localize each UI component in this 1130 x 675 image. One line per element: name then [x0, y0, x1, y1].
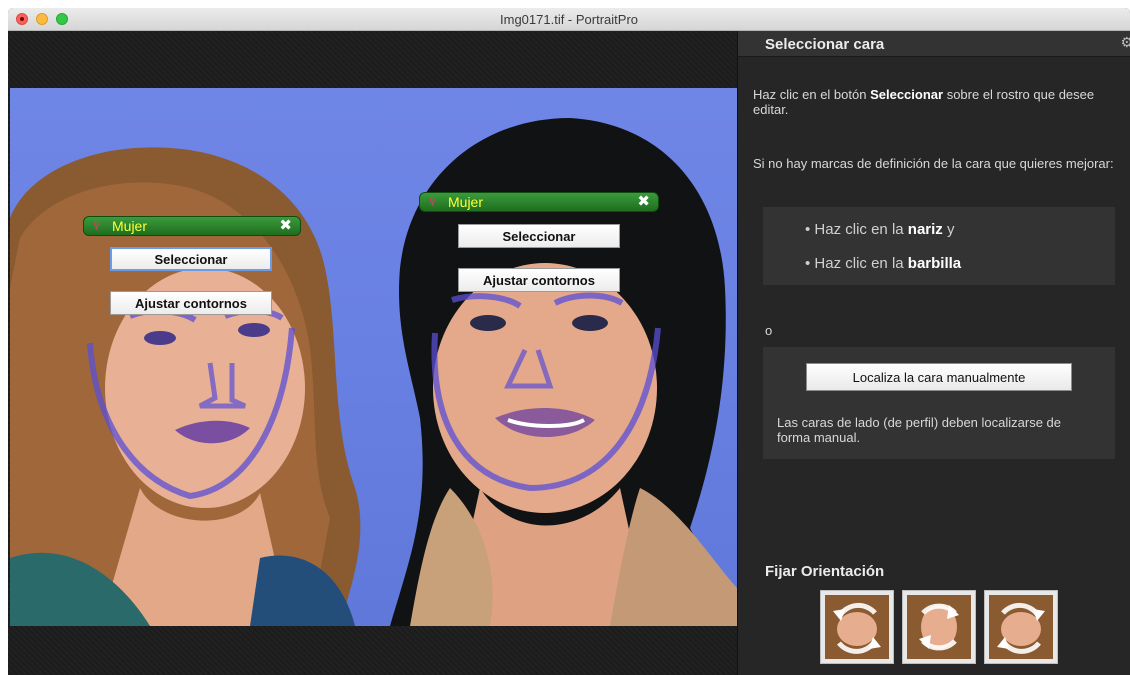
face-tag-1[interactable]: ♀ Mujer ✖: [83, 216, 301, 236]
rotate-right-button[interactable]: [984, 590, 1058, 664]
app-window: Img0171.tif - PortraitPro ♀ Mujer ✖ Sele…: [8, 8, 1130, 675]
female-symbol-icon: ♀: [90, 216, 103, 235]
photo-illustration: [10, 118, 737, 626]
rotate-left-button[interactable]: [820, 590, 894, 664]
rotate-left-icon: [825, 595, 889, 659]
adjust-contours-button-2[interactable]: Ajustar contornos: [458, 268, 620, 292]
image-canvas[interactable]: ♀ Mujer ✖ Seleccionar Ajustar contornos …: [8, 31, 737, 675]
select-face-button-1[interactable]: Seleccionar: [110, 247, 272, 271]
close-icon[interactable]: ✖: [279, 217, 292, 235]
close-icon[interactable]: ✖: [637, 193, 650, 211]
locate-face-manually-button[interactable]: Localiza la cara manualmente: [806, 363, 1072, 391]
panel-header: Seleccionar cara ⚙: [738, 31, 1130, 57]
profile-note: Las caras de lado (de perfil) deben loca…: [777, 415, 1062, 445]
adjust-contours-button-1[interactable]: Ajustar contornos: [110, 291, 272, 315]
face-tag-label: Mujer: [448, 194, 484, 210]
or-text: o: [765, 323, 773, 338]
rotate-180-button[interactable]: [902, 590, 976, 664]
female-symbol-icon: ♀: [426, 192, 439, 211]
portrait-photo[interactable]: ♀ Mujer ✖ Seleccionar Ajustar contornos …: [10, 88, 737, 626]
step-chin: • Haz clic en la barbilla: [805, 255, 962, 272]
orientation-title: Fijar Orientación: [765, 563, 885, 580]
face-tag-label: Mujer: [112, 218, 148, 234]
step-nose: • Haz clic en la nariz y: [805, 221, 955, 238]
rotate-180-icon: [907, 595, 971, 659]
intro-text: Haz clic en el botón Seleccionar sobre e…: [753, 87, 1095, 117]
steps-box: • Haz clic en la nariz y • Haz clic en l…: [763, 207, 1115, 285]
select-face-button-2[interactable]: Seleccionar: [458, 224, 620, 248]
face-tag-2[interactable]: ♀ Mujer ✖: [419, 192, 659, 212]
window-title: Img0171.tif - PortraitPro: [500, 12, 638, 27]
side-panel: Seleccionar cara ⚙ Haz clic en el botón …: [737, 31, 1130, 675]
panel-options-icon[interactable]: ⚙: [1120, 34, 1130, 51]
no-marks-text: Si no hay marcas de definición de la car…: [753, 156, 1114, 171]
title-bar: Img0171.tif - PortraitPro: [8, 8, 1130, 31]
rotate-right-icon: [989, 595, 1053, 659]
panel-title: Seleccionar cara: [765, 36, 885, 53]
